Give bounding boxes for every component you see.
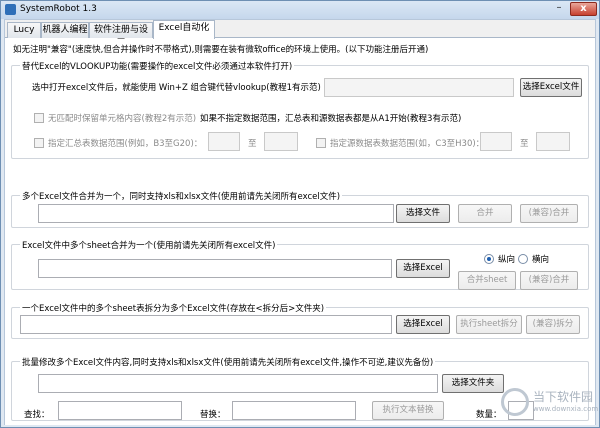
merge-sheets-select-button[interactable]: 选择Excel: [396, 259, 450, 278]
range-note: 如果不指定数据范围，汇总表和源数据表都是从A1开始(教程3有示范): [200, 114, 462, 124]
merge-files-group: 多个Excel文件合并为一个，同时支持xls和xlsx文件(使用前请先关闭所有e…: [11, 190, 589, 228]
keep-unmatched-checkbox[interactable]: [34, 113, 44, 123]
find-label: 查找：: [24, 410, 50, 420]
replace-input[interactable]: [232, 401, 356, 420]
excel-automation-panel: 如无注明"兼容"(速度快,但合并操作时不带格式),则需要在装有微软office的…: [5, 39, 595, 425]
watermark-name: 当下软件园: [533, 390, 594, 404]
split-sheets-group: 一个Excel文件中的多个sheet表拆分为多个Excel文件(存放在<拆分后>…: [11, 302, 589, 339]
summary-range-label: 指定汇总表数据范围(例如，B3至G20)：: [48, 139, 203, 149]
count-label: 数量：: [476, 410, 502, 420]
summary-range-to-label: 至: [248, 139, 257, 149]
replace-label: 替换：: [200, 410, 226, 420]
find-input[interactable]: [58, 401, 182, 420]
merge-sheets-path-field[interactable]: [38, 259, 392, 278]
tab-lucy[interactable]: Lucy: [7, 22, 41, 38]
vertical-radio[interactable]: [484, 254, 494, 264]
compat-split-button[interactable]: (兼容)拆分: [526, 315, 580, 334]
merge-files-title: 多个Excel文件合并为一个，同时支持xls和xlsx文件(使用前请先关闭所有e…: [20, 190, 343, 202]
vlookup-group-title: 替代Excel的VLOOKUP功能(需要操作的excel文件必须通过本软件打开): [20, 60, 295, 72]
merge-sheet-button[interactable]: 合并sheet: [458, 271, 516, 290]
tab-strip: Lucy 机器人编程 软件注册与设置 Excel自动化: [5, 20, 595, 49]
vlookup-description: 选中打开excel文件后，就能使用 Win+Z 组合键代替vlookup(教程1…: [32, 83, 321, 93]
watermark-url: www.downxia.com: [533, 405, 599, 413]
split-select-button[interactable]: 选择Excel: [396, 315, 450, 334]
horizontal-radio-label: 横向: [532, 255, 550, 265]
minimize-button[interactable]: –: [549, 2, 569, 16]
app-icon: [5, 4, 16, 15]
notice-text: 如无注明"兼容"(速度快,但合并操作时不带格式),则需要在装有微软office的…: [13, 45, 429, 55]
merge-sheets-group: Excel文件中多个sheet合并为一个(使用前请先关闭所有excel文件) 选…: [11, 239, 589, 290]
title-bar[interactable]: SystemRobot 1.3 – x: [1, 1, 599, 19]
source-range-to-label: 至: [520, 139, 529, 149]
split-sheets-title: 一个Excel文件中的多个sheet表拆分为多个Excel文件(存放在<拆分后>…: [20, 302, 327, 314]
tab-excel-automation[interactable]: Excel自动化: [153, 20, 215, 39]
source-range-end-field[interactable]: [536, 132, 570, 151]
merge-sheets-title: Excel文件中多个sheet合并为一个(使用前请先关闭所有excel文件): [20, 239, 278, 251]
batch-replace-title: 批量修改多个Excel文件内容,同时支持xls和xlsx文件(使用前请先关闭所有…: [20, 356, 436, 368]
tab-registration-settings[interactable]: 软件注册与设置: [89, 22, 153, 49]
execute-split-button[interactable]: 执行sheet拆分: [456, 315, 522, 334]
app-window: SystemRobot 1.3 – x Lucy 机器人编程 软件注册与设置 E…: [0, 0, 600, 428]
compat-merge-sheets-button[interactable]: (兼容)合并: [520, 271, 578, 290]
source-range-checkbox[interactable]: [316, 138, 326, 148]
vlookup-group: 替代Excel的VLOOKUP功能(需要操作的excel文件必须通过本软件打开)…: [11, 60, 589, 159]
site-watermark: 当下软件园 www.downxia.com: [501, 384, 599, 424]
horizontal-radio[interactable]: [518, 254, 528, 264]
source-range-label: 指定源数据表数据范围(如，C3至H30)：: [330, 139, 485, 149]
vertical-radio-label: 纵向: [498, 255, 516, 265]
merge-select-files-button[interactable]: 选择文件: [396, 204, 450, 223]
close-button[interactable]: x: [570, 2, 597, 16]
window-title: SystemRobot 1.3: [20, 4, 97, 14]
vlookup-file-path-field[interactable]: [324, 78, 514, 97]
merge-button[interactable]: 合并: [458, 204, 512, 223]
batch-folder-path-field[interactable]: [38, 374, 438, 393]
tab-robot-programming[interactable]: 机器人编程: [41, 22, 89, 38]
split-sheets-path-field[interactable]: [20, 315, 392, 334]
summary-range-end-field[interactable]: [264, 132, 298, 151]
summary-range-checkbox[interactable]: [34, 138, 44, 148]
compat-merge-button[interactable]: (兼容)合并: [520, 204, 578, 223]
select-excel-file-button[interactable]: 选择Excel文件: [520, 78, 582, 97]
keep-unmatched-label: 无匹配时保留单元格内容(教程2有示范): [48, 114, 197, 124]
merge-files-path-field[interactable]: [38, 204, 394, 223]
select-folder-button[interactable]: 选择文件夹: [442, 374, 504, 393]
client-area: Lucy 机器人编程 软件注册与设置 Excel自动化 如无注明"兼容"(速度快…: [4, 19, 596, 425]
watermark-logo-icon: [501, 388, 529, 416]
summary-range-start-field[interactable]: [208, 132, 240, 151]
execute-replace-button[interactable]: 执行文本替换: [372, 401, 444, 420]
source-range-start-field[interactable]: [480, 132, 512, 151]
